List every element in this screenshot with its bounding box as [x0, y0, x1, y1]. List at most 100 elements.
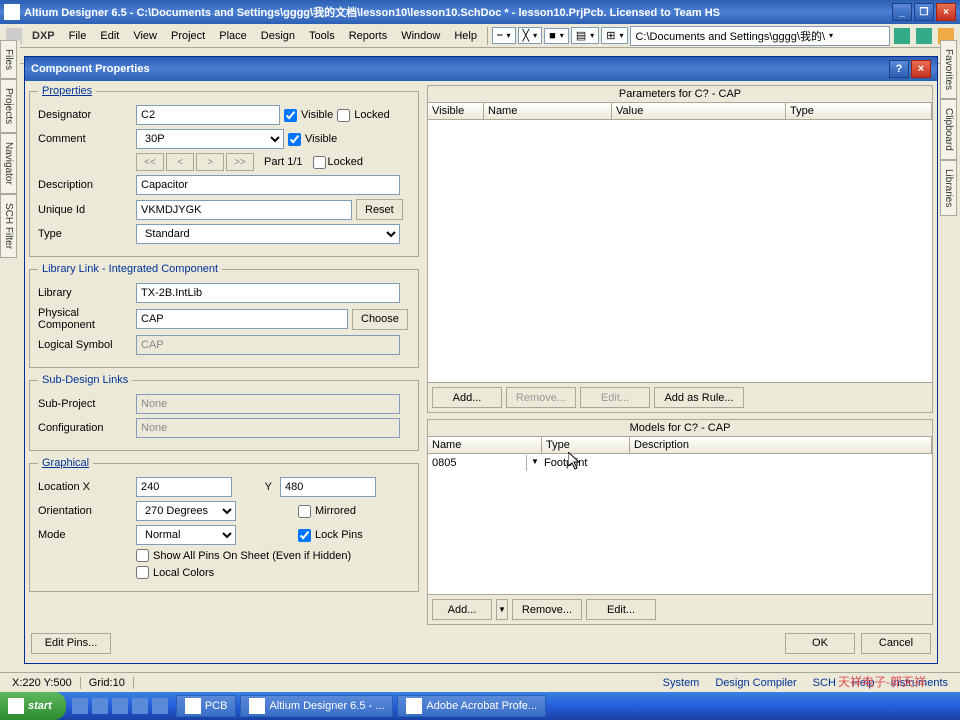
part-locked-checkbox[interactable]	[313, 156, 326, 169]
minimize-button[interactable]: _	[892, 3, 912, 21]
status-sch[interactable]: SCH	[805, 677, 844, 689]
menu-help[interactable]: Help	[448, 28, 483, 44]
sidetab-libraries[interactable]: Libraries	[940, 160, 957, 216]
menu-file[interactable]: File	[63, 28, 93, 44]
menu-place[interactable]: Place	[213, 28, 253, 44]
parameters-body[interactable]	[428, 120, 932, 382]
part-prev-button[interactable]: <	[166, 153, 194, 171]
menu-window[interactable]: Window	[395, 28, 446, 44]
designator-locked-checkbox[interactable]	[337, 109, 350, 122]
editpins-button[interactable]: Edit Pins...	[31, 633, 111, 654]
menu-dxp[interactable]: DXP	[26, 28, 61, 44]
params-col-value[interactable]: Value	[612, 103, 786, 119]
designator-visible-checkbox[interactable]	[284, 109, 297, 122]
menu-edit[interactable]: Edit	[94, 28, 125, 44]
component-properties-dialog: Component Properties ? × Properties Desi…	[24, 56, 938, 664]
graphical-legend: Graphical	[38, 457, 93, 469]
models-add-button[interactable]: Add...	[432, 599, 492, 620]
nav-back-icon[interactable]	[894, 28, 910, 44]
sidetab-clipboard[interactable]: Clipboard	[940, 99, 957, 160]
part-next-button[interactable]: >	[196, 153, 224, 171]
params-col-visible[interactable]: Visible	[428, 103, 484, 119]
tool-dropdown-1[interactable]: ⎯▾	[492, 27, 516, 44]
menu-project[interactable]: Project	[165, 28, 211, 44]
path-dropdown[interactable]: C:\Documents and Settings\gggg\我的\▾	[630, 26, 890, 46]
dialog-help-button[interactable]: ?	[889, 60, 909, 78]
close-button[interactable]: ×	[936, 3, 956, 21]
part-last-button[interactable]: >>	[226, 153, 254, 171]
sidetab-navigator[interactable]: Navigator	[0, 133, 17, 194]
mirrored-checkbox[interactable]	[298, 505, 311, 518]
models-add-dropdown[interactable]: ▼	[496, 599, 508, 620]
mode-select[interactable]: Normal	[136, 525, 236, 545]
locy-input[interactable]	[280, 477, 376, 497]
tool-dropdown-2[interactable]: ╳▾	[518, 27, 543, 44]
physical-input[interactable]	[136, 309, 348, 329]
ql-icon-4[interactable]	[132, 698, 148, 714]
tool-dropdown-4[interactable]: ▤▾	[571, 27, 599, 44]
task-acrobat[interactable]: Adobe Acrobat Profe...	[397, 695, 546, 717]
titlebar: Altium Designer 6.5 - C:\Documents and S…	[0, 0, 960, 24]
restore-button[interactable]: ❐	[914, 3, 934, 21]
status-system[interactable]: System	[655, 677, 708, 689]
models-col-desc[interactable]: Description	[630, 437, 932, 453]
lockpins-checkbox[interactable]	[298, 529, 311, 542]
localcolors-checkbox[interactable]	[136, 566, 149, 579]
showallpins-checkbox[interactable]	[136, 549, 149, 562]
ql-icon-3[interactable]	[112, 698, 128, 714]
designator-input[interactable]	[136, 105, 280, 125]
comment-visible-checkbox[interactable]	[288, 133, 301, 146]
menu-view[interactable]: View	[127, 28, 163, 44]
params-addrule-button[interactable]: Add as Rule...	[654, 387, 744, 408]
models-remove-button[interactable]: Remove...	[512, 599, 582, 620]
params-add-button[interactable]: Add...	[432, 387, 502, 408]
mode-label: Mode	[38, 529, 132, 541]
nav-fwd-icon[interactable]	[916, 28, 932, 44]
cancel-button[interactable]: Cancel	[861, 633, 931, 654]
menu-design[interactable]: Design	[255, 28, 301, 44]
params-col-name[interactable]: Name	[484, 103, 612, 119]
locked-label-2: Locked	[328, 156, 363, 168]
sidetab-files[interactable]: Files	[0, 40, 17, 79]
models-edit-button[interactable]: Edit...	[586, 599, 656, 620]
orientation-select[interactable]: 270 Degrees	[136, 501, 236, 521]
task-altium[interactable]: Altium Designer 6.5 - ...	[240, 695, 393, 717]
task-pcb[interactable]: PCB	[176, 695, 237, 717]
library-input[interactable]	[136, 283, 400, 303]
start-button[interactable]: start	[0, 692, 66, 720]
ok-button[interactable]: OK	[785, 633, 855, 654]
dialog-close-button[interactable]: ×	[911, 60, 931, 78]
uniqueid-input[interactable]	[136, 200, 352, 220]
params-col-type[interactable]: Type	[786, 103, 932, 119]
menu-tools[interactable]: Tools	[303, 28, 341, 44]
sidetab-favorites[interactable]: Favorites	[940, 40, 957, 99]
ql-icon-1[interactable]	[72, 698, 88, 714]
subproject-label: Sub-Project	[38, 398, 132, 410]
ql-icon-2[interactable]	[92, 698, 108, 714]
sidetab-projects[interactable]: Projects	[0, 79, 17, 133]
models-col-type[interactable]: Type	[542, 437, 630, 453]
menu-reports[interactable]: Reports	[343, 28, 394, 44]
status-instruments[interactable]: Instruments	[883, 677, 956, 689]
locy-label: Y	[236, 481, 276, 493]
sidetabs-right: Favorites Clipboard Libraries	[940, 40, 960, 216]
statusbar: X:220 Y:500 Grid:10 System Design Compil…	[0, 672, 960, 692]
tool-dropdown-5[interactable]: ⊞▾	[601, 27, 628, 44]
models-body[interactable]: 0805 ▼ Footprint	[428, 454, 932, 594]
model-name-dropdown[interactable]: ▼	[526, 455, 540, 471]
type-select[interactable]: Standard	[136, 224, 400, 244]
sidetab-schfilter[interactable]: SCH Filter	[0, 194, 17, 258]
reset-button[interactable]: Reset	[356, 199, 403, 220]
status-help[interactable]: Help	[844, 677, 883, 689]
models-col-name[interactable]: Name	[428, 437, 542, 453]
ql-icon-5[interactable]	[152, 698, 168, 714]
table-row[interactable]: 0805 ▼ Footprint	[428, 454, 932, 472]
part-first-button[interactable]: <<	[136, 153, 164, 171]
type-label: Type	[38, 228, 132, 240]
locx-input[interactable]	[136, 477, 232, 497]
choose-button[interactable]: Choose	[352, 309, 408, 330]
tool-dropdown-3[interactable]: ■▾	[544, 28, 569, 44]
comment-select[interactable]: 30P	[136, 129, 284, 149]
description-input[interactable]	[136, 175, 400, 195]
status-dc[interactable]: Design Compiler	[707, 677, 804, 689]
